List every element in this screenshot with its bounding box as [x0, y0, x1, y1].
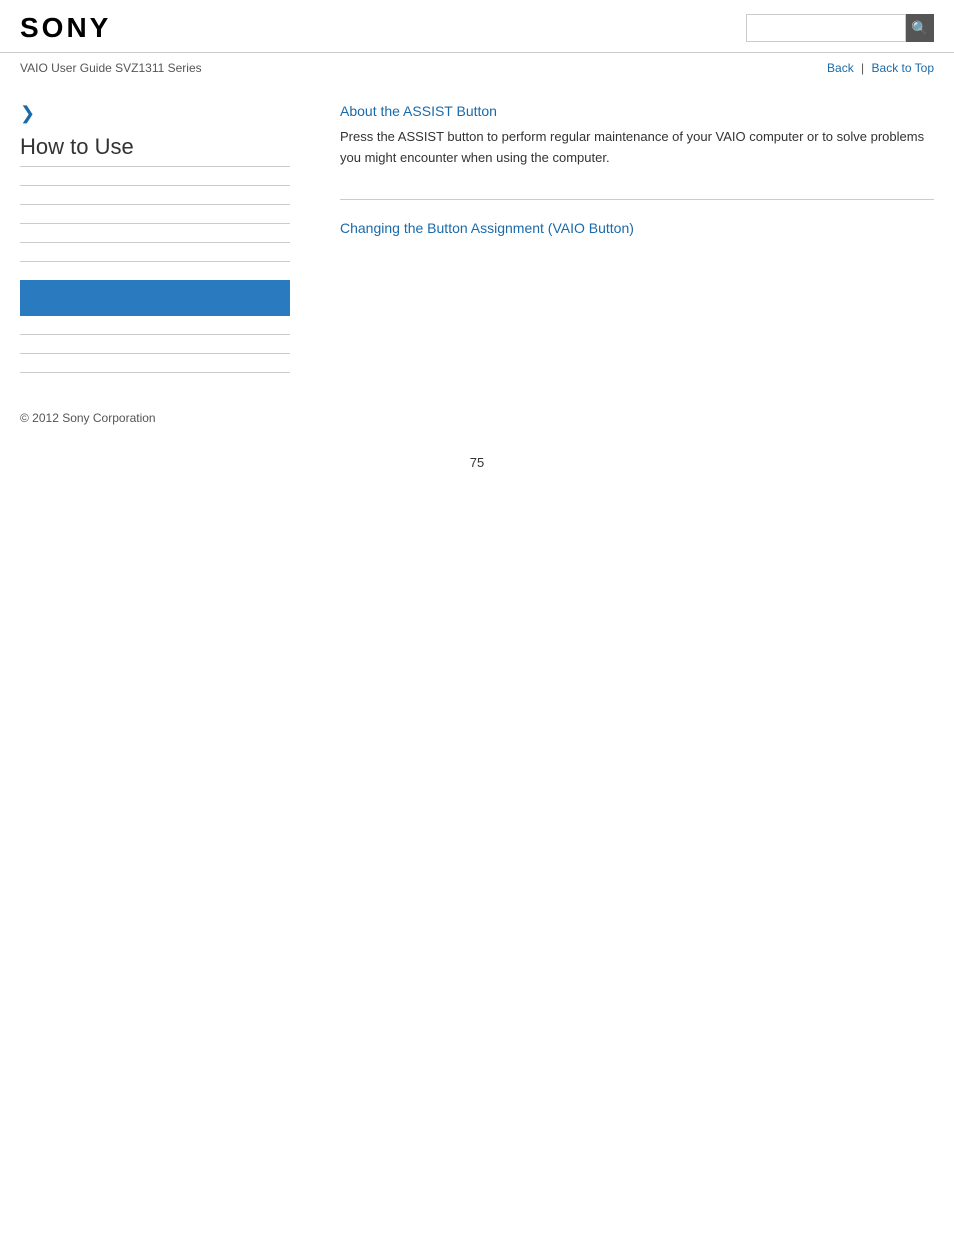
search-box: 🔍	[746, 14, 934, 42]
search-button[interactable]: 🔍	[906, 14, 934, 42]
copyright-text: © 2012 Sony Corporation	[20, 411, 156, 425]
footer: © 2012 Sony Corporation	[0, 391, 954, 435]
assist-button-description: Press the ASSIST button to perform regul…	[340, 127, 934, 169]
main-container: ❯ How to Use About the ASSIST Button Pre…	[0, 93, 954, 391]
sidebar-items-group	[20, 185, 290, 373]
content-section-1: About the ASSIST Button Press the ASSIST…	[340, 103, 934, 169]
sub-header: VAIO User Guide SVZ1311 Series Back | Ba…	[0, 53, 954, 83]
page-number: 75	[0, 435, 954, 480]
assist-button-link[interactable]: About the ASSIST Button	[340, 103, 934, 119]
nav-links: Back | Back to Top	[827, 61, 934, 75]
content-area: About the ASSIST Button Press the ASSIST…	[310, 93, 934, 391]
search-input[interactable]	[746, 14, 906, 42]
sidebar-item-1	[20, 185, 290, 186]
back-to-top-link[interactable]: Back to Top	[872, 61, 934, 75]
sidebar: ❯ How to Use	[20, 93, 310, 391]
content-section-2: Changing the Button Assignment (VAIO But…	[340, 220, 934, 236]
search-icon: 🔍	[911, 20, 928, 37]
sidebar-item-5	[20, 261, 290, 262]
sidebar-active-item[interactable]	[20, 280, 290, 316]
sidebar-item-2	[20, 204, 290, 205]
header: SONY 🔍	[0, 0, 954, 53]
sidebar-item-4	[20, 242, 290, 243]
sidebar-item-8	[20, 372, 290, 373]
sony-logo: SONY	[20, 12, 111, 44]
vaio-button-link[interactable]: Changing the Button Assignment (VAIO But…	[340, 220, 934, 236]
sidebar-chevron-icon: ❯	[20, 103, 290, 124]
content-divider	[340, 199, 934, 200]
sidebar-item-3	[20, 223, 290, 224]
sidebar-item-6	[20, 334, 290, 335]
sidebar-item-7	[20, 353, 290, 354]
nav-separator: |	[861, 61, 864, 75]
sidebar-title: How to Use	[20, 134, 290, 167]
back-link[interactable]: Back	[827, 61, 854, 75]
guide-title: VAIO User Guide SVZ1311 Series	[20, 61, 202, 75]
